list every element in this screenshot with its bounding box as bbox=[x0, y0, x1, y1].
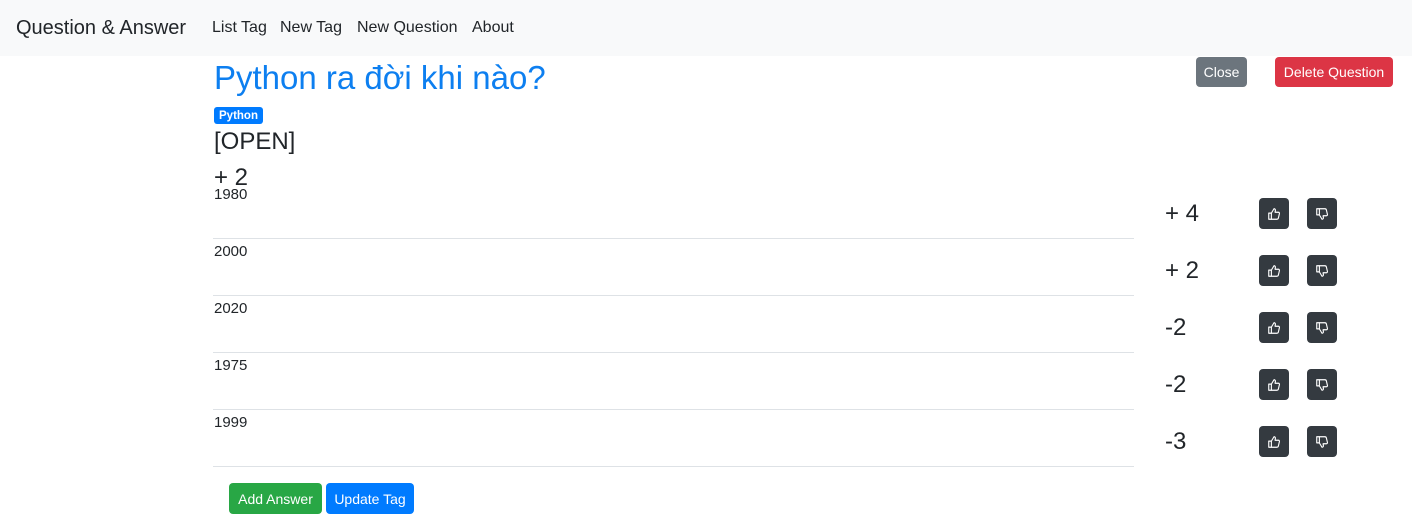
thumbs-down-icon bbox=[1315, 378, 1329, 392]
answer-text: 1999 bbox=[214, 414, 248, 431]
answer-text: 1980 bbox=[214, 186, 248, 203]
downvote-button[interactable] bbox=[1307, 426, 1337, 457]
answer-row: 2020 bbox=[213, 296, 1134, 353]
answer-text: 2020 bbox=[214, 300, 248, 317]
nav-link-new-question[interactable]: New Question bbox=[357, 18, 458, 38]
upvote-button[interactable] bbox=[1259, 312, 1289, 343]
thumbs-up-icon bbox=[1267, 378, 1281, 392]
downvote-button[interactable] bbox=[1307, 255, 1337, 286]
answer-row: 2000 bbox=[213, 239, 1134, 296]
answer-text: 2000 bbox=[214, 243, 248, 260]
question-status: [OPEN] bbox=[214, 128, 296, 155]
update-tag-button[interactable]: Update Tag bbox=[326, 483, 414, 514]
tag-badge[interactable]: Python bbox=[214, 107, 263, 124]
answer-score: + 4 bbox=[1165, 200, 1200, 227]
answer-text: 1975 bbox=[214, 357, 248, 374]
delete-question-button[interactable]: Delete Question bbox=[1275, 57, 1393, 87]
nav-link-new-tag[interactable]: New Tag bbox=[280, 18, 342, 38]
answer-row: 1975 bbox=[213, 353, 1134, 410]
question-title: Python ra đời khi nào? bbox=[214, 59, 546, 96]
upvote-button[interactable] bbox=[1259, 369, 1289, 400]
answer-row: 1999 bbox=[213, 410, 1134, 467]
answer-row: 1980 bbox=[213, 182, 1134, 239]
thumbs-up-icon bbox=[1267, 435, 1281, 449]
thumbs-down-icon bbox=[1315, 321, 1329, 335]
answer-score: + 2 bbox=[1165, 257, 1200, 284]
thumbs-up-icon bbox=[1267, 264, 1281, 278]
downvote-button[interactable] bbox=[1307, 369, 1337, 400]
upvote-button[interactable] bbox=[1259, 426, 1289, 457]
downvote-button[interactable] bbox=[1307, 198, 1337, 229]
answer-score: -2 bbox=[1165, 371, 1187, 398]
upvote-button[interactable] bbox=[1259, 255, 1289, 286]
thumbs-up-icon bbox=[1267, 207, 1281, 221]
thumbs-down-icon bbox=[1315, 207, 1329, 221]
navbar: Question & Answer List Tag New Tag New Q… bbox=[0, 0, 1412, 56]
add-answer-button[interactable]: Add Answer bbox=[229, 483, 322, 514]
downvote-button[interactable] bbox=[1307, 312, 1337, 343]
thumbs-down-icon bbox=[1315, 435, 1329, 449]
upvote-button[interactable] bbox=[1259, 198, 1289, 229]
navbar-brand[interactable]: Question & Answer bbox=[16, 15, 186, 41]
close-button[interactable]: Close bbox=[1196, 57, 1247, 87]
nav-link-about[interactable]: About bbox=[472, 18, 514, 38]
answer-score: -2 bbox=[1165, 314, 1187, 341]
thumbs-down-icon bbox=[1315, 264, 1329, 278]
nav-link-list-tag[interactable]: List Tag bbox=[212, 18, 267, 38]
thumbs-up-icon bbox=[1267, 321, 1281, 335]
answer-score: -3 bbox=[1165, 428, 1187, 455]
